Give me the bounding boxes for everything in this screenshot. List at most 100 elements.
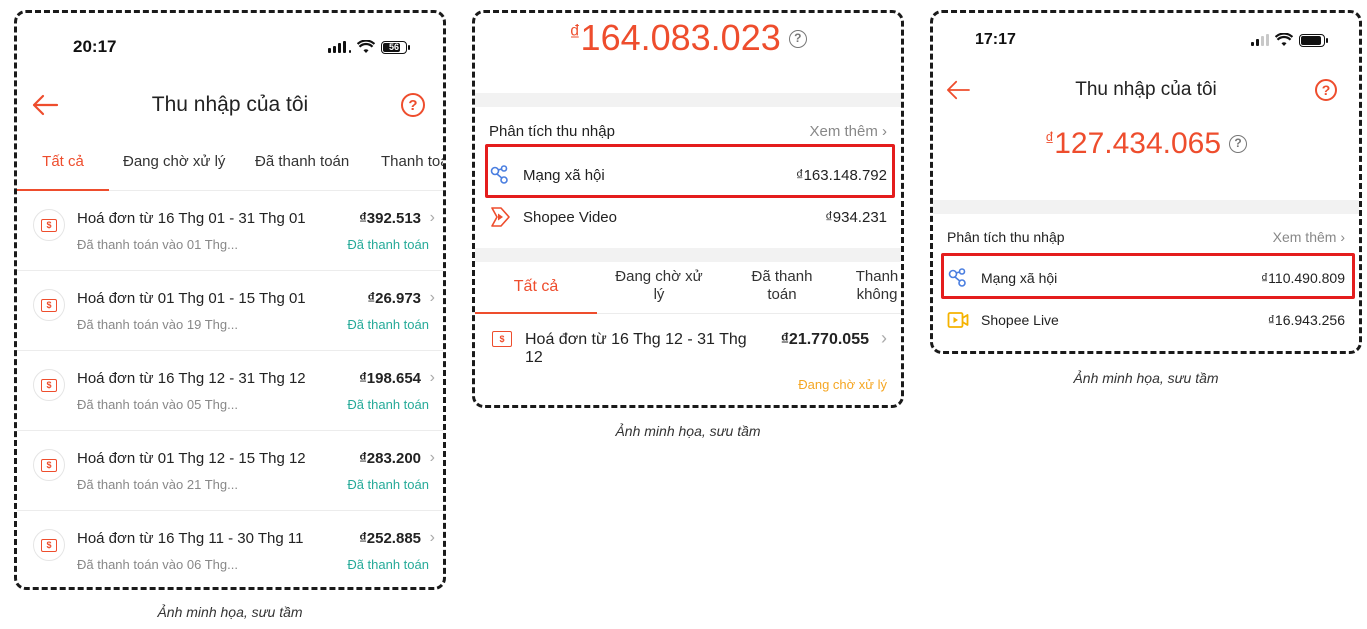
help-icon[interactable]: ?	[1229, 135, 1248, 153]
chevron-right-icon: ›	[429, 369, 435, 386]
help-icon[interactable]: ?	[401, 93, 425, 117]
total-earnings: ₫127.434.065?	[933, 127, 1359, 161]
source-value: ₫163.148.792	[795, 166, 887, 184]
status-time: 20:17	[73, 37, 117, 56]
wifi-icon	[357, 40, 375, 53]
invoice-paid-date: Đã thanh toán vào 19 Thg...	[77, 317, 238, 332]
signal-icon	[1251, 34, 1269, 46]
tab-paid[interactable]: Đã thanh toán	[255, 153, 349, 191]
social-network-icon	[490, 165, 508, 184]
invoice-title: Hoá đơn từ 01 Thg 12 - 15 Thg 12	[77, 450, 306, 467]
chevron-right-icon: ›	[882, 123, 887, 140]
screenshot-panel-earnings-list: 20:17 56 Thu nhập của tôi ? Tất cả Đang …	[14, 10, 446, 590]
income-analysis-header: Phân tích thu nhập Xem thêm ›	[947, 229, 1345, 245]
status-tabs: Tất cả Đang chờ xử lý Đã thanh toán Than…	[17, 137, 443, 191]
invoice-status: Đã thanh toán	[347, 237, 429, 252]
invoice-amount: ₫21.770.055	[780, 331, 869, 348]
tab-all[interactable]: Tất cả	[475, 278, 597, 314]
invoice-row[interactable]: $ Hoá đơn từ 16 Thg 12 - 31 Thg 12 ₫198.…	[17, 351, 443, 431]
currency-symbol: ₫	[1044, 129, 1055, 149]
tab-payment[interactable]: Thanh toán	[381, 153, 443, 191]
battery-icon	[1299, 33, 1328, 47]
invoice-paid-date: Đã thanh toán vào 21 Thg...	[77, 477, 238, 492]
status-bar: 20:17 56	[17, 37, 443, 59]
battery-icon: 56	[381, 40, 410, 54]
page-title: Thu nhập của tôi	[1075, 79, 1217, 100]
invoice-amount: ₫26.973	[367, 290, 421, 307]
source-value: ₫110.490.809	[1261, 270, 1345, 286]
tab-pending[interactable]: Đang chờ xử lý	[611, 268, 707, 304]
chevron-right-icon: ›	[429, 289, 435, 306]
source-name: Shopee Video	[523, 208, 617, 226]
section-title: Phân tích thu nhập	[947, 229, 1065, 245]
invoice-row[interactable]: $ Hoá đơn từ 01 Thg 12 - 15 Thg 12 ₫283.…	[17, 431, 443, 511]
back-arrow-icon[interactable]	[945, 79, 971, 101]
screenshot-panel-earnings-analysis: ₫164.083.023? Phân tích thu nhập Xem thê…	[472, 10, 904, 408]
chevron-right-icon: ›	[429, 209, 435, 226]
image-caption: Ảnh minh họa, sưu tầm	[615, 423, 761, 439]
social-network-icon	[948, 268, 966, 287]
invoice-status: Đang chờ xử lý	[798, 377, 887, 392]
help-icon[interactable]: ?	[788, 30, 807, 48]
invoice-icon: $	[489, 326, 515, 352]
section-title: Phân tích thu nhập	[489, 123, 615, 140]
shopee-live-icon	[947, 312, 969, 328]
nav-bar: Thu nhập của tôi ?	[933, 75, 1359, 105]
invoice-status: Đã thanh toán	[347, 477, 429, 492]
signal-icon	[328, 41, 351, 53]
source-value: ₫16.943.256	[1267, 312, 1345, 328]
nav-bar: Thu nhập của tôi ?	[17, 87, 443, 123]
income-analysis-header: Phân tích thu nhập Xem thêm ›	[489, 123, 887, 140]
invoice-title: Hoá đơn từ 16 Thg 12 - 31 Thg 12	[77, 370, 306, 387]
source-row-shopee-video[interactable]: Shopee Video ₫934.231	[489, 205, 887, 229]
see-more-link[interactable]: Xem thêm ›	[1273, 229, 1345, 245]
chevron-right-icon: ›	[429, 529, 435, 546]
invoice-status: Đã thanh toán	[347, 317, 429, 332]
status-bar: 17:17	[933, 31, 1359, 51]
tab-paid[interactable]: Đã thanh toán	[743, 268, 821, 304]
invoice-row[interactable]: $ Hoá đơn từ 16 Thg 01 - 31 Thg 01 ₫392.…	[17, 191, 443, 271]
invoice-paid-date: Đã thanh toán vào 01 Thg...	[77, 237, 238, 252]
invoice-amount: ₫252.885	[359, 530, 421, 547]
invoice-paid-date: Đã thanh toán vào 05 Thg...	[77, 397, 238, 412]
invoice-icon: $	[33, 529, 65, 561]
invoice-amount: ₫283.200	[359, 450, 421, 467]
status-time: 17:17	[975, 31, 1016, 48]
wifi-icon	[1275, 33, 1293, 46]
invoice-title: Hoá đơn từ 16 Thg 01 - 31 Thg 01	[77, 210, 306, 227]
invoice-status: Đã thanh toán	[347, 397, 429, 412]
help-icon[interactable]: ?	[1315, 79, 1337, 101]
source-name: Shopee Live	[981, 312, 1059, 328]
source-row-social[interactable]: Mạng xã hội ₫110.490.809	[947, 267, 1345, 289]
total-amount: 127.434.065	[1054, 127, 1222, 160]
invoice-row[interactable]: $ Hoá đơn từ 16 Thg 12 - 31 Thg 12 ₫21.7…	[475, 314, 901, 400]
invoice-amount: ₫392.513	[359, 210, 421, 227]
back-arrow-icon[interactable]	[31, 93, 59, 117]
invoice-icon: $	[33, 369, 65, 401]
see-more-link[interactable]: Xem thêm ›	[809, 123, 887, 140]
tab-all[interactable]: Tất cả	[17, 153, 109, 191]
invoice-title: Hoá đơn từ 16 Thg 11 - 30 Thg 11	[77, 530, 304, 547]
invoice-row[interactable]: $ Hoá đơn từ 01 Thg 01 - 15 Thg 01 ₫26.9…	[17, 271, 443, 351]
source-row-shopee-live[interactable]: Shopee Live ₫16.943.256	[947, 309, 1345, 331]
source-value: ₫934.231	[825, 208, 887, 226]
invoice-title: Hoá đơn từ 01 Thg 01 - 15 Thg 01	[77, 290, 306, 307]
shopee-video-icon	[491, 207, 510, 227]
invoice-paid-date: Đã thanh toán vào 06 Thg...	[77, 557, 238, 572]
tab-payment-failed[interactable]: Thanh không	[851, 268, 901, 308]
invoice-amount: ₫198.654	[359, 370, 421, 387]
image-caption: Ảnh minh họa, sưu tầm	[1073, 370, 1219, 386]
invoice-row[interactable]: $ Hoá đơn từ 16 Thg 11 - 30 Thg 11 ₫252.…	[17, 511, 443, 587]
total-amount: 164.083.023	[580, 17, 781, 58]
total-earnings: ₫164.083.023?	[475, 17, 901, 59]
status-tabs: Tất cả Đang chờ xử lý Đã thanh toán Than…	[475, 262, 901, 314]
invoice-icon: $	[33, 289, 65, 321]
image-caption: Ảnh minh họa, sưu tầm	[157, 604, 303, 620]
chevron-right-icon: ›	[429, 449, 435, 466]
source-row-social[interactable]: Mạng xã hội ₫163.148.792	[489, 163, 887, 187]
invoice-title: Hoá đơn từ 16 Thg 12 - 31 Thg 12	[525, 331, 747, 366]
invoice-status: Đã thanh toán	[347, 557, 429, 572]
chevron-right-icon: ›	[1340, 229, 1345, 245]
tab-pending[interactable]: Đang chờ xử lý	[123, 153, 225, 191]
source-name: Mạng xã hội	[981, 270, 1058, 286]
